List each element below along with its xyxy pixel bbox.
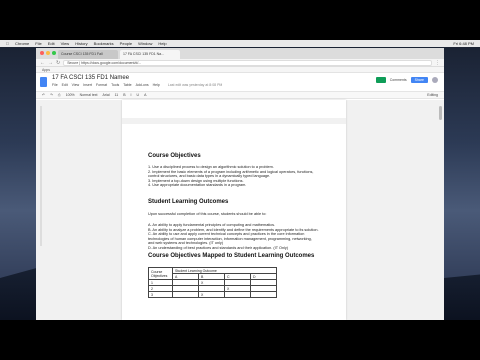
menu-dots-icon[interactable]: ⋮ xyxy=(435,60,440,66)
table-cell[interactable]: 3 xyxy=(148,291,173,298)
menu-edit[interactable]: Edit xyxy=(48,41,55,46)
docs-menu-file[interactable]: File xyxy=(52,83,58,87)
clock: Fri 6:48 PM xyxy=(453,41,474,46)
docs-menu-edit[interactable]: Edit xyxy=(62,83,68,87)
table-row: 3 X xyxy=(148,291,277,298)
heading-learning-outcomes: Student Learning Outcomes xyxy=(148,199,229,205)
forward-icon[interactable]: → xyxy=(48,60,53,66)
menu-bookmarks[interactable]: Bookmarks xyxy=(94,41,114,46)
share-button[interactable]: Share xyxy=(410,77,428,83)
maximize-icon[interactable] xyxy=(52,51,56,55)
zoom-select[interactable]: 100% xyxy=(66,93,75,97)
docs-toolbar: ↶ ↷ ⎙ 100% Normal text Arial 11 B I U A … xyxy=(36,91,444,99)
docs-menu-help[interactable]: Help xyxy=(153,83,160,87)
docs-header-actions: Comments Share xyxy=(375,77,438,83)
heading-course-objectives: Course Objectives xyxy=(148,153,201,159)
document-title[interactable]: 17 FA CSCI 135 FD1 Namee xyxy=(52,75,222,81)
address-input[interactable]: Secure | https://docs.google.com/documen… xyxy=(63,59,432,66)
menu-view[interactable]: View xyxy=(61,41,70,46)
last-edit-text[interactable]: Last edit was yesterday at 8:08 PM xyxy=(168,83,222,87)
page-break xyxy=(122,118,346,124)
heading-mapped: Course Objectives Mapped to Student Lear… xyxy=(148,253,315,259)
redo-icon[interactable]: ↷ xyxy=(50,93,53,97)
menu-history[interactable]: History xyxy=(75,41,87,46)
docs-menu-table[interactable]: Table xyxy=(123,83,131,87)
objective-item: 4. Use appropriate documentation standar… xyxy=(148,183,247,188)
letterbox-bottom xyxy=(0,320,480,360)
table-cell[interactable] xyxy=(224,291,251,298)
docs-menu: File Edit View Insert Format Tools Table… xyxy=(52,83,222,87)
table-cell[interactable] xyxy=(172,291,199,298)
avatar[interactable] xyxy=(432,77,438,83)
tab-doc[interactable]: 17 FA CSCI 135 FD1 Na... xyxy=(120,50,180,59)
objectives-list: 1. Use a disciplined process to design a… xyxy=(148,165,338,188)
vertical-ruler xyxy=(40,106,42,246)
table-cell[interactable] xyxy=(250,291,277,298)
underline-button[interactable]: U xyxy=(137,93,140,97)
font-size-select[interactable]: 11 xyxy=(115,93,119,97)
docs-menu-insert[interactable]: Insert xyxy=(83,83,92,87)
menu-help[interactable]: Help xyxy=(158,41,166,46)
outcomes-list: A. An ability to apply fundamental princ… xyxy=(148,223,338,251)
table-header-cell: Course Objectives xyxy=(148,267,173,280)
menu-chrome[interactable]: Chrome xyxy=(15,41,29,46)
window-controls xyxy=(40,51,56,55)
tab-strip: Course CSCI 135 FD1 Fall 17 FA CSCI 135 … xyxy=(36,48,444,59)
back-icon[interactable]: ← xyxy=(40,60,45,66)
text-color-button[interactable]: A xyxy=(144,93,146,97)
docs-header: 17 FA CSCI 135 FD1 Namee File Edit View … xyxy=(36,73,444,91)
table-cell[interactable]: X xyxy=(198,291,225,298)
font-select[interactable]: Arial xyxy=(103,93,110,97)
bold-button[interactable]: B xyxy=(123,93,125,97)
menu-window[interactable]: Window xyxy=(138,41,152,46)
docs-menu-tools[interactable]: Tools xyxy=(111,83,119,87)
present-button[interactable] xyxy=(375,77,386,83)
tab-course[interactable]: Course CSCI 135 FD1 Fall xyxy=(58,50,118,59)
mac-menubar:  Chrome File Edit View History Bookmark… xyxy=(0,40,480,47)
docs-menu-format[interactable]: Format xyxy=(96,83,107,87)
outcomes-intro: Upon successful completion of this cours… xyxy=(148,212,267,216)
apple-icon[interactable]:  xyxy=(6,41,9,46)
italic-button[interactable]: I xyxy=(131,93,132,97)
scrollbar[interactable] xyxy=(439,106,442,120)
url-bar: ← → ↻ Secure | https://docs.google.com/d… xyxy=(36,59,444,67)
close-icon[interactable] xyxy=(40,51,44,55)
style-select[interactable]: Normal text xyxy=(80,93,98,97)
reload-icon[interactable]: ↻ xyxy=(56,60,60,66)
docs-menu-view[interactable]: View xyxy=(72,83,80,87)
letterbox-top xyxy=(0,0,480,40)
docs-menu-addons[interactable]: Add-ons xyxy=(136,83,149,87)
print-icon[interactable]: ⎙ xyxy=(58,93,61,97)
editing-mode-button[interactable]: Editing xyxy=(427,93,438,97)
minimize-icon[interactable] xyxy=(46,51,50,55)
outcome-item: D. An understanding of best practices an… xyxy=(148,245,289,250)
mapping-table: Course Objectives Student Learning Outco… xyxy=(148,267,277,298)
docs-logo-icon[interactable] xyxy=(40,77,47,87)
menu-people[interactable]: People xyxy=(120,41,132,46)
menu-file[interactable]: File xyxy=(35,41,41,46)
comments-button[interactable]: Comments xyxy=(390,78,407,82)
chrome-window: Course CSCI 135 FD1 Fall 17 FA CSCI 135 … xyxy=(36,48,444,320)
undo-icon[interactable]: ↶ xyxy=(42,93,45,97)
